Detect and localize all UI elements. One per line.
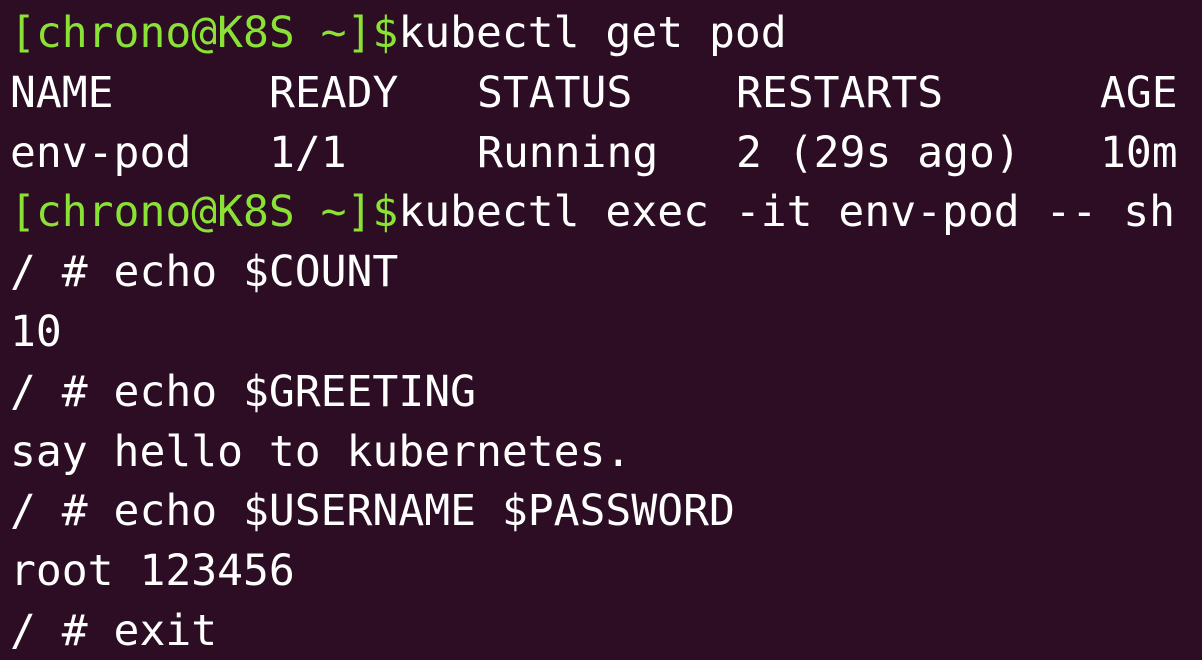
shell-output-greeting: say hello to kubernetes. [10, 426, 632, 477]
shell-line-exit: / # exit [10, 605, 218, 656]
command-text: kubectl get pod [398, 8, 787, 58]
command-line-2: [chrono@K8S ~]$kubectl exec -it env-pod … [10, 183, 1202, 243]
shell-prompt: [chrono@K8S ~]$ [10, 187, 399, 238]
column-header-ready: READY [269, 67, 399, 118]
pod-age-cell: 10m [1100, 127, 1178, 178]
shell-prompt: [chrono@K8S ~]$ [10, 8, 399, 58]
pod-ready-cell: 1/1 [269, 127, 347, 178]
shell-output-credentials: root 123456 [10, 546, 295, 597]
table-header-row: NAME READY STATUS RESTARTS AGE [10, 64, 1202, 124]
column-header-restarts: RESTARTS [736, 67, 944, 118]
command-line-1: [chrono@K8S ~]$kubectl get pod [10, 4, 1202, 64]
shell-line-echo-credentials: / # echo $USERNAME $PASSWORD [10, 486, 735, 537]
column-header-age: AGE [1100, 67, 1178, 118]
terminal-window[interactable]: [chrono@K8S ~]$kubectl get pod NAME READY… [0, 0, 1202, 660]
table-row: env-pod 1/1 Running 2 (29s ago) 10m [10, 124, 1202, 184]
pod-status-cell: Running [477, 127, 659, 178]
column-header-name: NAME [10, 67, 114, 118]
command-text: kubectl exec -it env-pod -- sh [398, 187, 1175, 238]
shell-line-echo-greeting: / # echo $GREETING [10, 366, 476, 417]
column-header-status: STATUS [477, 67, 633, 118]
pod-name-cell: env-pod [10, 127, 192, 178]
pod-restarts-cell: 2 (29s ago) [736, 127, 1021, 178]
shell-line-echo-count: / # echo $COUNT [10, 247, 399, 298]
shell-output-count: 10 [10, 306, 62, 357]
